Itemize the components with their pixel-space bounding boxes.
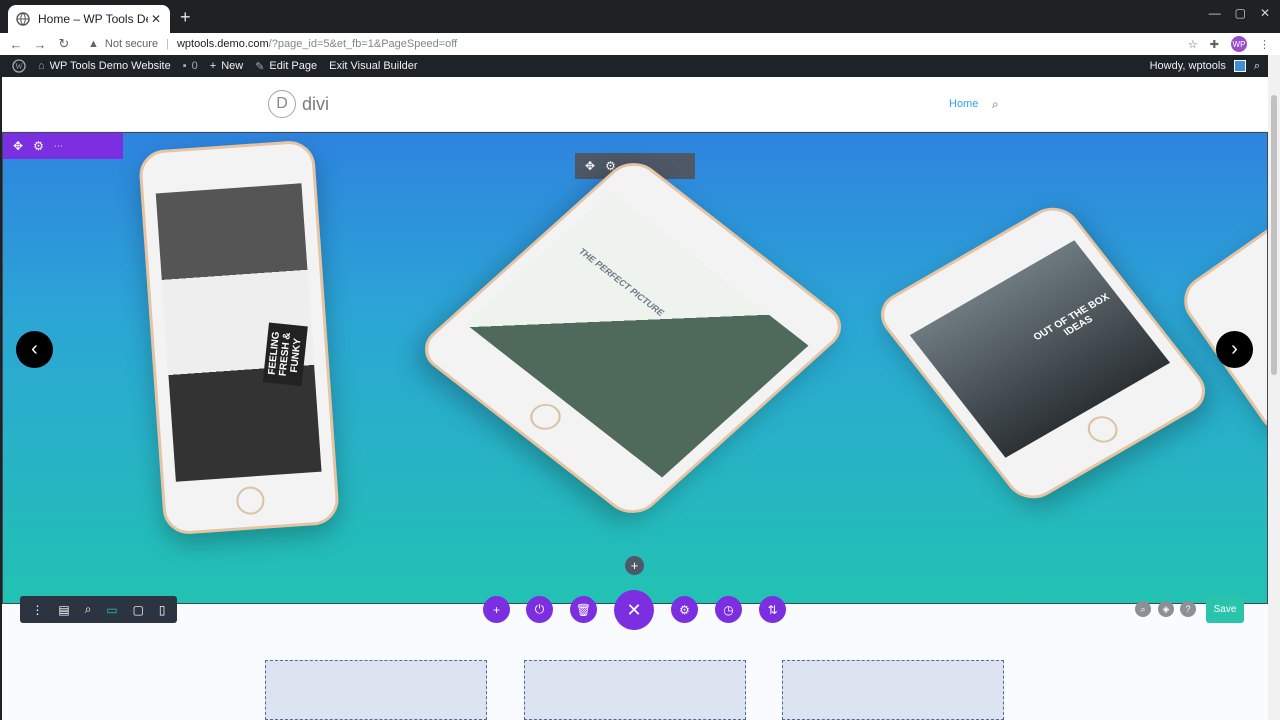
security-indicator[interactable]: ▲ Not secure — [88, 38, 158, 50]
slider-prev-arrow[interactable]: ‹ — [16, 331, 53, 368]
wireframe-icon[interactable]: ▤ — [58, 603, 69, 617]
url-host: wptools.demo.com — [176, 38, 269, 50]
close-builder-button[interactable]: ✕ — [614, 590, 654, 630]
new-content-link[interactable]: + New — [210, 60, 243, 72]
url-separator: | — [166, 38, 169, 50]
phone-screen: FEELING FRESH & FUNKY — [155, 183, 322, 482]
phone-screen: OUT OF THE BOX IDEAS — [909, 240, 1171, 458]
forward-icon[interactable]: → — [32, 37, 48, 52]
phone-screen: THE PERFECT PICTURE — [465, 191, 809, 478]
browser-tab[interactable]: Home – WP Tools Demo ✕ — [8, 5, 170, 33]
find-icon[interactable]: ⌕ — [1135, 601, 1151, 617]
site-name-link[interactable]: ⌂ WP Tools Demo Website — [38, 60, 171, 72]
power-icon[interactable]: ⏻ — [526, 596, 553, 623]
desktop-view-icon[interactable]: ▭ — [106, 603, 117, 617]
home-button — [523, 398, 568, 435]
column-placeholder[interactable] — [524, 660, 746, 720]
minimize-icon[interactable]: — — [1209, 6, 1221, 20]
window-controls: — ▢ ✕ — [1209, 6, 1270, 20]
logo-letter: D — [268, 90, 296, 118]
globe-icon — [16, 12, 30, 26]
add-module-button[interactable]: + — [483, 596, 510, 623]
move-icon[interactable]: ✥ — [13, 139, 23, 153]
more-icon[interactable]: ⋯ — [54, 141, 63, 152]
column-placeholder[interactable] — [782, 660, 1004, 720]
close-window-icon[interactable]: ✕ — [1260, 6, 1270, 20]
portability-icon[interactable]: ⇅ — [759, 596, 786, 623]
home-button — [1081, 411, 1124, 448]
reload-icon[interactable]: ↻ — [56, 36, 72, 52]
user-avatar[interactable] — [1233, 60, 1246, 72]
url-field[interactable]: wptools.demo.com/?page_id=5&et_fb=1&Page… — [177, 38, 457, 50]
hero-slider-section[interactable]: ✥ ⚙ ⋯ ✥ ⚙ ⋯ FEELING FRESH & FUNKY THE PE… — [2, 132, 1268, 604]
comments-link[interactable]: ▪ 0 — [183, 60, 198, 72]
header-search-icon[interactable]: ⌕ — [992, 97, 999, 112]
help-icon[interactable]: ? — [1180, 601, 1196, 617]
site-header: D divi Home ⌕ — [2, 77, 1268, 132]
howdy-user[interactable]: Howdy, wptools — [1150, 60, 1226, 72]
phone-slide-1: FEELING FRESH & FUNKY — [137, 139, 341, 536]
slider-next-arrow[interactable]: › — [1216, 331, 1253, 368]
divi-logo[interactable]: D divi — [268, 90, 329, 118]
tab-title: Home – WP Tools Demo — [38, 12, 148, 26]
scrollbar-thumb[interactable] — [1271, 95, 1277, 375]
extensions-icon[interactable]: ✚ — [1210, 38, 1219, 51]
edit-page-link[interactable]: ✎ Edit Page — [255, 60, 317, 73]
more-options-icon[interactable]: ⋮ — [31, 603, 43, 617]
tab-close-icon[interactable]: ✕ — [148, 12, 164, 26]
edit-label: Edit Page — [269, 60, 318, 72]
page-settings-icon[interactable]: ⚙ — [671, 596, 698, 623]
url-path: /?page_id=5&et_fb=1&PageSpeed=off — [268, 38, 458, 50]
logo-text: divi — [302, 93, 330, 114]
pencil-icon: ✎ — [255, 60, 265, 73]
settings-icon[interactable]: ⚙ — [33, 139, 44, 153]
admin-bar-right: Howdy, wptools ⌕ — [1150, 55, 1260, 77]
move-icon[interactable]: ✥ — [585, 159, 595, 173]
comment-icon: ▪ — [182, 60, 187, 72]
plus-icon: + — [209, 60, 217, 72]
layers-icon[interactable]: ◈ — [1158, 601, 1174, 617]
site-name: WP Tools Demo Website — [49, 60, 171, 72]
phone-slide-3: OUT OF THE BOX IDEAS — [870, 198, 1216, 508]
back-icon[interactable]: ← — [8, 37, 24, 52]
browser-tools: ☆ ✚ WP ⋮ — [1188, 36, 1270, 52]
browser-menu-icon[interactable]: ⋮ — [1259, 38, 1270, 51]
builder-view-toolbar: ⋮ ▤ ⌕ ▭ ▢ ▯ — [20, 596, 177, 623]
nav-home-link[interactable]: Home — [949, 98, 978, 110]
phone-1-caption: FEELING FRESH & FUNKY — [262, 322, 308, 387]
security-label: Not secure — [104, 38, 159, 50]
svg-text:W: W — [15, 62, 23, 71]
wp-logo-icon[interactable]: W — [12, 59, 26, 73]
tablet-view-icon[interactable]: ▢ — [133, 603, 144, 617]
new-tab-button[interactable]: + — [180, 8, 191, 26]
search-icon[interactable]: ⌕ — [1254, 60, 1260, 73]
address-bar: ← → ↻ ▲ Not secure | wptools.demo.com/?p… — [0, 33, 1280, 55]
warning-icon: ▲ — [88, 38, 99, 50]
bookmark-star-icon[interactable]: ☆ — [1188, 38, 1198, 51]
maximize-icon[interactable]: ▢ — [1235, 6, 1246, 20]
page-scrollbar[interactable] — [1268, 55, 1280, 720]
section-toolbar: ✥ ⚙ ⋯ — [3, 133, 123, 159]
history-icon[interactable]: ◷ — [715, 596, 742, 623]
wp-admin-bar: W ⌂ WP Tools Demo Website ▪ 0 + New ✎ Ed… — [0, 55, 1270, 77]
comments-count: 0 — [191, 60, 198, 72]
browser-tabbar: Home – WP Tools Demo ✕ + — ▢ ✕ — [0, 0, 1280, 33]
trash-icon[interactable]: 🗑 — [570, 596, 597, 623]
phone-slide-2: THE PERFECT PICTURE — [413, 153, 853, 523]
profile-avatar[interactable]: WP — [1231, 36, 1247, 52]
add-row-button[interactable]: + — [625, 556, 644, 575]
phone-view-icon[interactable]: ▯ — [159, 603, 166, 617]
new-label: New — [221, 60, 244, 72]
phone-2-caption: THE PERFECT PICTURE — [576, 246, 667, 318]
column-placeholder[interactable] — [265, 660, 487, 720]
zoom-icon[interactable]: ⌕ — [85, 602, 92, 617]
dashboard-icon: ⌂ — [38, 60, 45, 72]
exit-label: Exit Visual Builder — [329, 60, 418, 72]
phone-3-caption: OUT OF THE BOX IDEAS — [1031, 291, 1112, 343]
save-button[interactable]: Save — [1206, 596, 1244, 623]
exit-builder-link[interactable]: Exit Visual Builder — [329, 60, 417, 72]
home-button — [235, 485, 266, 516]
